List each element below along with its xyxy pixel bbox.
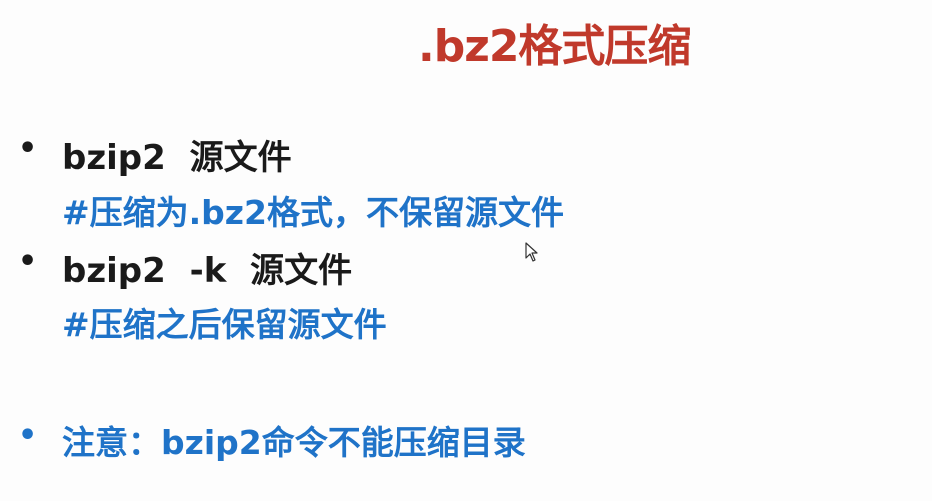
bullet-icon: • — [18, 418, 38, 453]
note-line: 注意：bzip2命令不能压缩目录 — [62, 423, 526, 462]
bullet-icon: • — [18, 131, 38, 166]
bullet-icon: • — [18, 244, 38, 279]
slide-title: .bz2格式压缩 — [418, 21, 691, 72]
mouse-pointer-icon — [525, 242, 539, 266]
command-line-1: bzip2 源文件 — [62, 138, 292, 178]
comment-line-2: #压缩之后保留源文件 — [62, 305, 387, 344]
slide: .bz2格式压缩 • bzip2 源文件 #压缩为.bz2格式，不保留源文件 •… — [0, 0, 932, 501]
command-line-2: bzip2 -k 源文件 — [62, 251, 353, 291]
comment-line-1: #压缩为.bz2格式，不保留源文件 — [62, 193, 564, 232]
